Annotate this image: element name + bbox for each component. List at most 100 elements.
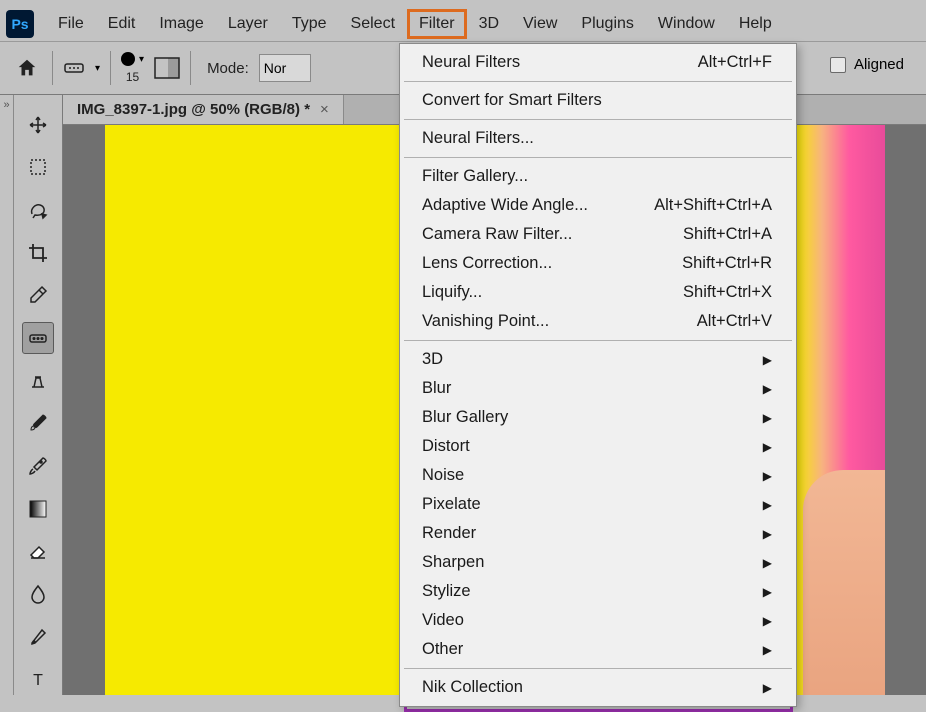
brush-panel-toggle[interactable] [154, 57, 180, 79]
menu-entry-neural-filters[interactable]: Neural FiltersAlt+Ctrl+F [402, 48, 794, 77]
menu-entry-camera-raw-filter[interactable]: Camera Raw Filter... Shift+Ctrl+A [402, 220, 794, 249]
menu-item-layer[interactable]: Layer [216, 9, 280, 39]
menu-entry-label: Blur [422, 379, 451, 398]
menu-item-select[interactable]: Select [339, 9, 407, 39]
submenu-arrow-icon: ▶ [763, 440, 772, 454]
brush-preview-icon [121, 52, 135, 66]
app-logo: Ps [6, 10, 34, 38]
menu-entry-nik-collection[interactable]: Nik Collection ▶ [402, 673, 794, 702]
separator [110, 51, 111, 85]
crop-tool[interactable] [22, 237, 54, 269]
menu-entry-3d[interactable]: 3D ▶ [402, 345, 794, 374]
brush-size-value: 15 [126, 70, 139, 84]
menu-entry-sharpen[interactable]: Sharpen▶ [402, 548, 794, 577]
submenu-arrow-icon: ▶ [763, 411, 772, 425]
menu-entry-neural-filters[interactable]: Neural Filters... [402, 124, 794, 153]
menu-entry-noise[interactable]: Noise▶ [402, 461, 794, 490]
menu-entry-blur-gallery[interactable]: Blur Gallery▶ [402, 403, 794, 432]
marquee-tool[interactable] [22, 152, 54, 184]
submenu-arrow-icon: ▶ [763, 643, 772, 657]
filter-menu-dropdown: Neural FiltersAlt+Ctrl+F Convert for Smar… [399, 43, 797, 707]
menu-entry-label: Neural Filters [422, 53, 520, 72]
brush-tool[interactable] [22, 408, 54, 440]
mode-select[interactable] [259, 54, 311, 82]
menu-item-image[interactable]: Image [147, 9, 215, 39]
healing-brush-tool[interactable] [22, 322, 54, 354]
clone-stamp-tool[interactable] [22, 365, 54, 397]
menu-entry-label: Distort [422, 437, 470, 456]
document-tab[interactable]: IMG_8397-1.jpg @ 50% (RGB/8) * × [63, 95, 344, 124]
submenu-arrow-icon: ▶ [763, 353, 772, 367]
menu-entry-vanishing-point[interactable]: Vanishing Point...Alt+Ctrl+V [402, 307, 794, 336]
menu-entry-stylize[interactable]: Stylize ▶ [402, 577, 794, 606]
lasso-tool[interactable] [22, 194, 54, 226]
brush-size-picker[interactable]: ▾ 15 [121, 52, 144, 84]
menu-entry-label: Neural Filters... [422, 129, 534, 148]
eraser-tool[interactable] [22, 535, 54, 567]
menu-entry-shortcut: Alt+Ctrl+V [697, 312, 772, 331]
collapse-glyph: » [3, 99, 9, 695]
menu-separator [404, 81, 792, 82]
separator [190, 51, 191, 85]
menu-item-edit[interactable]: Edit [96, 9, 148, 39]
close-icon[interactable]: × [320, 101, 329, 118]
menu-entry-filter-gallery[interactable]: Filter Gallery... [402, 162, 794, 191]
menu-entry-shortcut: Shift+Ctrl+A [683, 225, 772, 244]
menu-entry-distort[interactable]: Distort ▶ [402, 432, 794, 461]
menu-item-type[interactable]: Type [280, 9, 339, 39]
blur-tool[interactable] [22, 578, 54, 610]
menu-entry-label: Adaptive Wide Angle... [422, 196, 588, 215]
home-icon[interactable] [12, 53, 42, 83]
menu-entry-label: Video [422, 611, 464, 630]
submenu-arrow-icon: ▶ [763, 614, 772, 628]
menu-item-file[interactable]: File [46, 9, 96, 39]
type-tool[interactable]: T [22, 663, 54, 695]
pen-tool[interactable] [22, 621, 54, 653]
submenu-arrow-icon: ▶ [763, 527, 772, 541]
menu-entry-label: Render [422, 524, 476, 543]
menu-separator [404, 668, 792, 669]
menu-entry-liquify[interactable]: Liquify...Shift+Ctrl+X [402, 278, 794, 307]
gradient-tool[interactable] [22, 493, 54, 525]
menu-entry-label: Camera Raw Filter... [422, 225, 572, 244]
menu-entry-pixelate[interactable]: Pixelate ▶ [402, 490, 794, 519]
submenu-arrow-icon: ▶ [763, 681, 772, 695]
aligned-label: Aligned [854, 56, 904, 73]
history-brush-tool[interactable] [22, 450, 54, 482]
tool-preset-picker[interactable]: ▾ [63, 58, 100, 78]
chevron-down-icon: ▾ [139, 54, 144, 65]
menu-item-help[interactable]: Help [727, 9, 784, 39]
move-tool[interactable] [22, 109, 54, 141]
menu-separator [404, 119, 792, 120]
aligned-checkbox[interactable] [830, 57, 846, 73]
menu-item-3d[interactable]: 3D [467, 9, 511, 39]
menu-item-plugins[interactable]: Plugins [569, 9, 645, 39]
menu-entry-label: 3D [422, 350, 443, 369]
image-content [803, 470, 885, 695]
submenu-arrow-icon: ▶ [763, 498, 772, 512]
menu-entry-label: Pixelate [422, 495, 481, 514]
menu-item-filter[interactable]: Filter [407, 9, 467, 39]
menu-separator [404, 157, 792, 158]
submenu-arrow-icon: ▶ [763, 585, 772, 599]
panel-collapse-handle[interactable]: » [0, 95, 14, 695]
menu-entry-lens-correction[interactable]: Lens Correction...Shift+Ctrl+R [402, 249, 794, 278]
menu-entry-label: Convert for Smart Filters [422, 91, 602, 110]
menu-entry-adaptive-wide-angle[interactable]: Adaptive Wide Angle... Alt+Shift+Ctrl+A [402, 191, 794, 220]
menu-entry-shortcut: Shift+Ctrl+X [683, 283, 772, 302]
aligned-option[interactable]: Aligned [830, 56, 904, 73]
menu-entry-label: Stylize [422, 582, 471, 601]
menu-entry-shortcut: Alt+Shift+Ctrl+A [654, 196, 772, 215]
menu-item-view[interactable]: View [511, 9, 569, 39]
menu-entry-blur[interactable]: Blur▶ [402, 374, 794, 403]
separator [52, 51, 53, 85]
menu-entry-render[interactable]: Render ▶ [402, 519, 794, 548]
document-tab-title: IMG_8397-1.jpg @ 50% (RGB/8) * [77, 101, 310, 118]
eyedropper-tool[interactable] [22, 280, 54, 312]
menu-entry-label: Nik Collection [422, 678, 523, 697]
svg-text:T: T [33, 672, 43, 688]
menu-entry-convert-for-smart-filters[interactable]: Convert for Smart Filters [402, 86, 794, 115]
menu-entry-video[interactable]: Video ▶ [402, 606, 794, 635]
menu-entry-other[interactable]: Other▶ [402, 635, 794, 664]
menu-item-window[interactable]: Window [646, 9, 727, 39]
